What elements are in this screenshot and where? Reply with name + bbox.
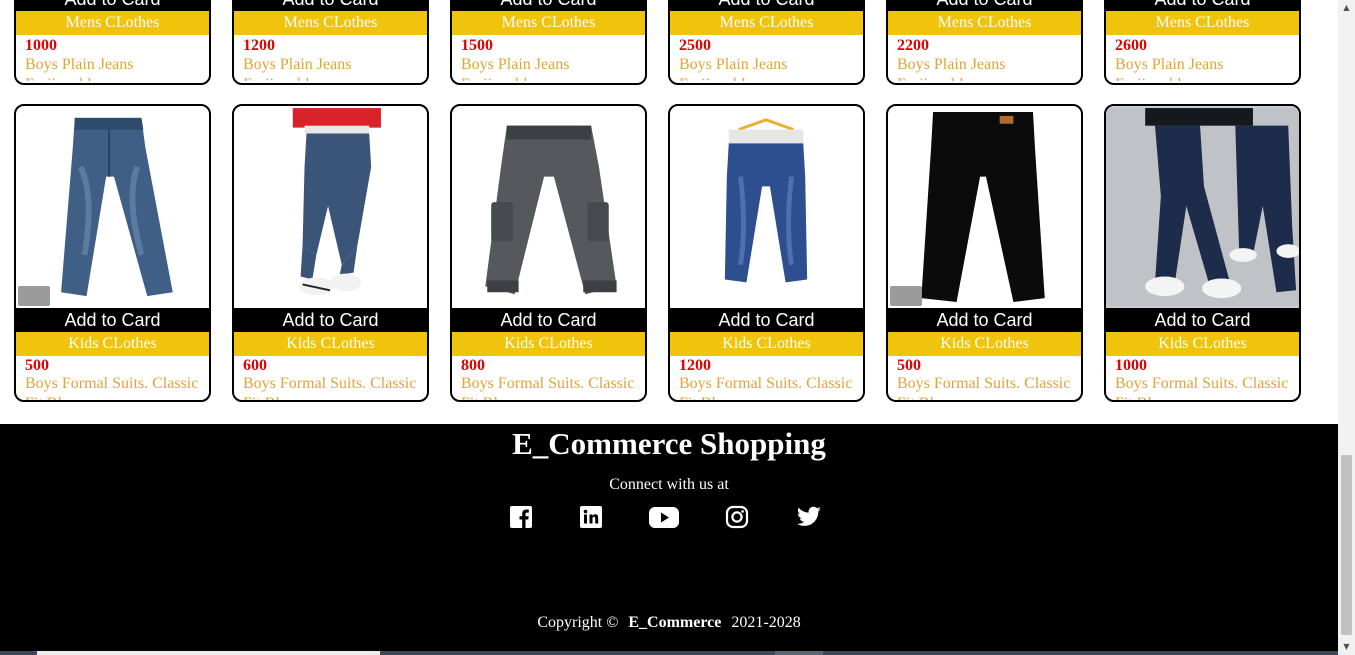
footer-connect-text: Connect with us at (609, 476, 729, 493)
cargo-jeans-grey[interactable] (452, 106, 645, 308)
copyright-brand: E_Commerce (628, 614, 722, 631)
category-label: Mens CLothes (670, 11, 863, 35)
product-price: 500 (25, 357, 49, 374)
linkedin-icon[interactable] (579, 504, 603, 530)
jeans-hanger[interactable] (670, 106, 863, 308)
category-label: Mens CLothes (888, 11, 1081, 35)
product-card: Add to Card Mens CLothes 2200 Boys Plain… (886, 0, 1083, 85)
product-name: Boys Plain Jeans Fasiionable (243, 56, 352, 81)
product-card: Add to Card Kids CLothes 500 Boys Formal… (14, 104, 211, 402)
product-price: 1000 (25, 37, 57, 54)
product-name: Boys Formal Suits. Classic Fit Blazer (1115, 375, 1289, 400)
product-name: Boys Plain Jeans Fasiionable (679, 56, 788, 81)
product-price: 2500 (679, 37, 711, 54)
footer-brand: E_Commerce Shopping (512, 426, 826, 461)
product-name: Boys Plain Jeans Fasiionable (461, 56, 570, 81)
product-price: 2200 (897, 37, 929, 54)
kid-jeans-photo[interactable] (234, 106, 427, 308)
copyright-prefix: Copyright © (537, 614, 619, 631)
product-price: 1000 (1115, 357, 1147, 374)
page: Add to Card Mens CLothes 1000 Boys Plain… (0, 0, 1338, 655)
scroll-down-icon[interactable]: ▼ (1338, 639, 1355, 655)
product-price: 500 (897, 357, 921, 374)
product-name: Boys Formal Suits. Classic Fit Blazer (25, 375, 199, 400)
category-label: Mens CLothes (1106, 11, 1299, 35)
facebook-icon[interactable] (509, 504, 533, 530)
copyright: Copyright © E_Commerce 2021-2028 (0, 614, 1338, 632)
product-name: Boys Formal Suits. Classic Fit Blazer (679, 375, 853, 400)
product-card: Add to Card Mens CLothes 1500 Boys Plain… (450, 0, 647, 85)
add-to-card-button[interactable]: Add to Card (1106, 308, 1299, 332)
copyright-years: 2021-2028 (731, 614, 801, 631)
category-label: Mens CLothes (452, 11, 645, 35)
product-card: Add to Card Kids CLothes 1000 Boys Forma… (1104, 104, 1301, 402)
category-label: Kids CLothes (234, 332, 427, 356)
product-card: Add to Card Kids CLothes 500 Boys Formal… (886, 104, 1083, 402)
product-row-mens: Add to Card Mens CLothes 1000 Boys Plain… (14, 0, 1301, 85)
scroll-up-icon[interactable]: ▲ (1338, 0, 1355, 16)
product-price: 1200 (243, 37, 275, 54)
product-card: Add to Card Mens CLothes 1000 Boys Plain… (14, 0, 211, 85)
product-price: 2600 (1115, 37, 1147, 54)
product-price: 1500 (461, 37, 493, 54)
product-card: Add to Card Kids CLothes 600 Boys Formal… (232, 104, 429, 402)
taskbar-strip (0, 651, 1338, 655)
add-to-card-button[interactable]: Add to Card (888, 308, 1081, 332)
product-card: Add to Card Mens CLothes 1200 Boys Plain… (232, 0, 429, 85)
product-row-kids: Add to Card Kids CLothes 500 Boys Formal… (14, 104, 1301, 402)
category-label: Kids CLothes (1106, 332, 1299, 356)
category-label: Mens CLothes (16, 11, 209, 35)
scrollbar-thumb[interactable] (1341, 455, 1352, 635)
social-links (509, 504, 823, 530)
vertical-scrollbar[interactable]: ▲ ▼ (1338, 0, 1355, 655)
add-to-card-button[interactable]: Add to Card (16, 308, 209, 332)
instagram-icon[interactable] (725, 504, 749, 530)
product-card: Add to Card Mens CLothes 2500 Boys Plain… (668, 0, 865, 85)
site-footer: E_Commerce Shopping Connect with us at C… (0, 424, 1338, 655)
category-label: Kids CLothes (670, 332, 863, 356)
category-label: Kids CLothes (16, 332, 209, 356)
twitter-icon[interactable] (795, 504, 823, 530)
product-card: Add to Card Kids CLothes 800 Boys Formal… (450, 104, 647, 402)
add-to-card-button[interactable]: Add to Card (234, 0, 427, 11)
product-name: Boys Plain Jeans Fasiionable (25, 56, 134, 81)
product-price: 800 (461, 357, 485, 374)
product-price: 600 (243, 357, 267, 374)
store-logo-icon (890, 286, 922, 306)
add-to-card-button[interactable]: Add to Card (452, 0, 645, 11)
jeans-black[interactable] (888, 106, 1081, 308)
kid-jeans-street-photo[interactable] (1106, 106, 1299, 308)
product-name: Boys Formal Suits. Classic Fit Blazer (897, 375, 1071, 400)
add-to-card-button[interactable]: Add to Card (452, 308, 645, 332)
add-to-card-button[interactable]: Add to Card (16, 0, 209, 11)
product-name: Boys Plain Jeans Fasiionable (897, 56, 1006, 81)
product-name: Boys Formal Suits. Classic Fit Blazer (243, 375, 417, 400)
add-to-card-button[interactable]: Add to Card (670, 0, 863, 11)
product-name: Boys Plain Jeans Fasiionable (1115, 56, 1224, 81)
product-card: Add to Card Mens CLothes 2600 Boys Plain… (1104, 0, 1301, 85)
store-logo-icon (18, 286, 50, 306)
category-label: Kids CLothes (452, 332, 645, 356)
add-to-card-button[interactable]: Add to Card (670, 308, 863, 332)
add-to-card-button[interactable]: Add to Card (234, 308, 427, 332)
category-label: Mens CLothes (234, 11, 427, 35)
jeans-blue-icon[interactable] (16, 106, 209, 308)
product-card: Add to Card Kids CLothes 1200 Boys Forma… (668, 104, 865, 402)
youtube-icon[interactable] (649, 504, 679, 530)
add-to-card-button[interactable]: Add to Card (1106, 0, 1299, 11)
add-to-card-button[interactable]: Add to Card (888, 0, 1081, 11)
product-price: 1200 (679, 357, 711, 374)
category-label: Kids CLothes (888, 332, 1081, 356)
product-name: Boys Formal Suits. Classic Fit Blazer (461, 375, 635, 400)
